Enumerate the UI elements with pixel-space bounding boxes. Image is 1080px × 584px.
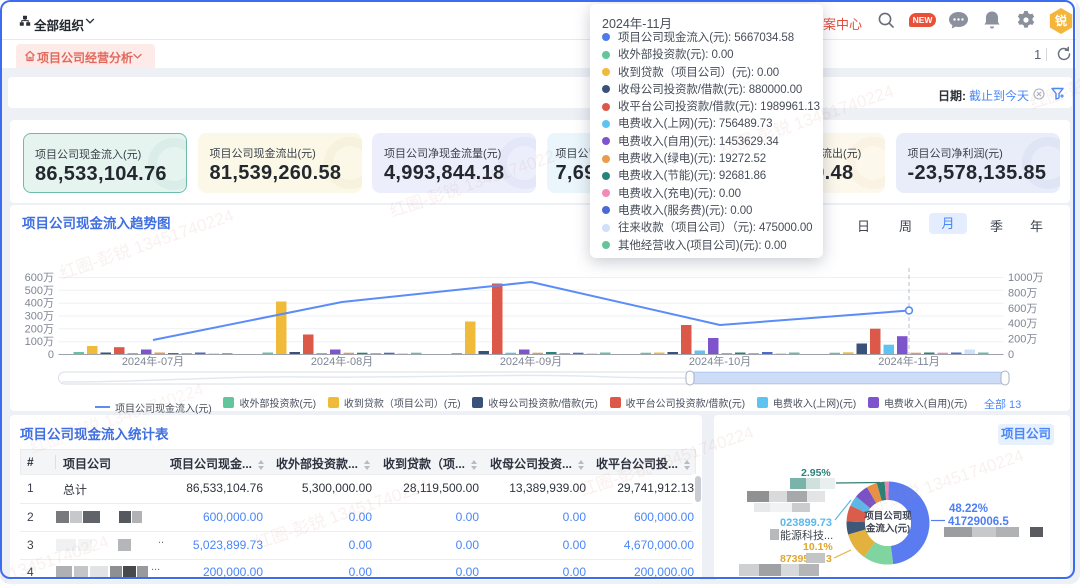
svg-text:800万: 800万: [1008, 287, 1037, 299]
svg-text:41729006.5: 41729006.5: [948, 516, 1009, 528]
svg-text:2024年-10月: 2024年-10月: [689, 354, 751, 368]
svg-text:2024年-08月: 2024年-08月: [311, 354, 373, 368]
svg-text:200万: 200万: [25, 323, 54, 335]
svg-text:金流入(元): 金流入(元): [865, 523, 910, 535]
svg-text:1000万: 1000万: [1008, 272, 1043, 284]
svg-text:项目公司现: 项目公司现: [864, 511, 912, 522]
svg-text:400万: 400万: [1008, 318, 1037, 330]
svg-text:2024年-07月: 2024年-07月: [122, 354, 184, 368]
svg-text:2.95%: 2.95%: [801, 467, 831, 479]
svg-text:87395: 87395: [780, 553, 809, 565]
svg-text:500万: 500万: [25, 285, 54, 297]
svg-text:2024年-11月: 2024年-11月: [878, 354, 940, 368]
svg-text:400万: 400万: [25, 298, 54, 310]
svg-text:023899.73: 023899.73: [780, 517, 832, 529]
svg-text:3: 3: [826, 553, 832, 565]
svg-text:0: 0: [1008, 349, 1014, 361]
svg-text:2024年-09月: 2024年-09月: [500, 354, 562, 368]
svg-text:100万: 100万: [25, 336, 54, 348]
svg-text:能源科技...: 能源科技...: [780, 528, 833, 542]
svg-text:48.22%: 48.22%: [949, 503, 988, 515]
svg-text:10.1%: 10.1%: [803, 541, 833, 553]
svg-text:200万: 200万: [1008, 334, 1037, 346]
svg-text:300万: 300万: [25, 311, 54, 323]
svg-text:0: 0: [48, 349, 54, 361]
svg-text:600万: 600万: [1008, 303, 1037, 315]
svg-text:600万: 600万: [25, 272, 54, 284]
